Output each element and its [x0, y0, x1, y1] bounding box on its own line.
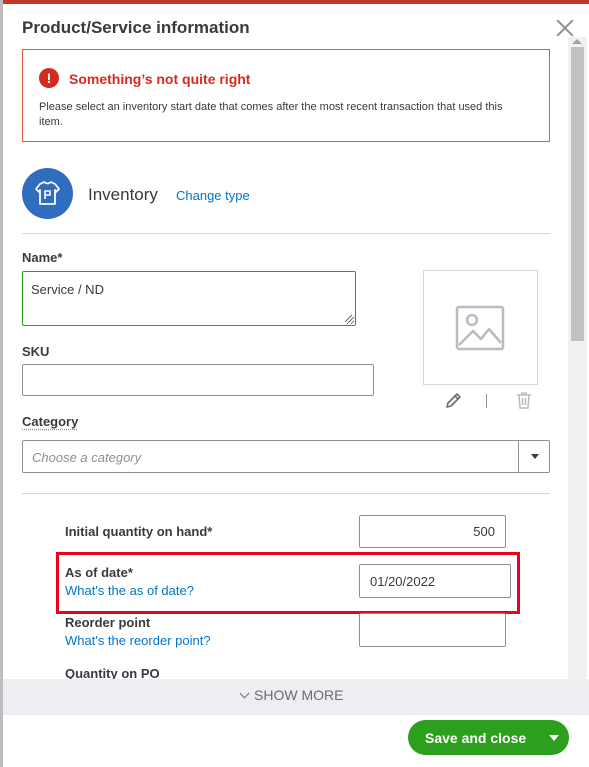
- close-icon[interactable]: [555, 18, 575, 38]
- scrollbar[interactable]: [568, 37, 587, 684]
- as-of-date-help-link[interactable]: What's the as of date?: [65, 583, 194, 598]
- as-of-date-input[interactable]: [359, 564, 511, 598]
- initial-qty-input[interactable]: [359, 515, 506, 548]
- resize-grip-icon[interactable]: [344, 314, 353, 323]
- chevron-down-icon: [239, 688, 250, 699]
- reorder-point-input[interactable]: [359, 613, 506, 647]
- chevron-down-icon[interactable]: [531, 454, 539, 459]
- save-and-close-split-button: Save and close: [408, 720, 569, 755]
- icon-separator: [486, 394, 487, 408]
- as-of-date-label: As of date*: [65, 565, 133, 580]
- pencil-icon[interactable]: [444, 390, 464, 410]
- t-shirt-icon: [22, 168, 73, 219]
- reorder-point-label: Reorder point: [65, 615, 151, 630]
- section-divider-2: [22, 493, 550, 494]
- error-message: Please select an inventory start date th…: [39, 101, 503, 128]
- category-dropdown[interactable]: Choose a category: [22, 440, 550, 473]
- category-label: Category: [22, 414, 79, 429]
- error-banner: ! Something’s not quite right Please sel…: [22, 49, 550, 142]
- save-options-dropdown-icon[interactable]: [549, 735, 559, 741]
- item-type-label: Inventory: [88, 185, 158, 204]
- dialog-title: Product/Service information: [22, 18, 250, 37]
- scrollbar-thumb[interactable]: [571, 47, 584, 341]
- exclamation-icon: !: [39, 68, 59, 88]
- name-input[interactable]: Service / ND: [22, 271, 356, 326]
- section-divider: [22, 233, 550, 234]
- save-and-close-button[interactable]: Save and close: [425, 730, 526, 746]
- sku-label: SKU: [22, 344, 50, 359]
- image-icon: [455, 305, 505, 351]
- reorder-point-help-link[interactable]: What's the reorder point?: [65, 633, 211, 648]
- category-placeholder: Choose a category: [32, 450, 142, 465]
- show-more-button[interactable]: SHOW MORE: [239, 687, 344, 703]
- dropdown-separator: [518, 441, 519, 472]
- show-more-label: SHOW MORE: [254, 687, 344, 703]
- product-service-dialog: Product/Service information ! Something’…: [3, 4, 589, 767]
- error-title: Something’s not quite right: [69, 71, 251, 87]
- name-label: Name*: [22, 250, 63, 265]
- sku-input[interactable]: [22, 364, 374, 396]
- initial-qty-label: Initial quantity on hand*: [65, 524, 213, 539]
- trash-icon[interactable]: [514, 390, 534, 410]
- change-type-link[interactable]: Change type: [176, 188, 250, 203]
- product-image-placeholder[interactable]: [423, 270, 538, 385]
- scroll-up-arrow-icon[interactable]: [572, 39, 582, 44]
